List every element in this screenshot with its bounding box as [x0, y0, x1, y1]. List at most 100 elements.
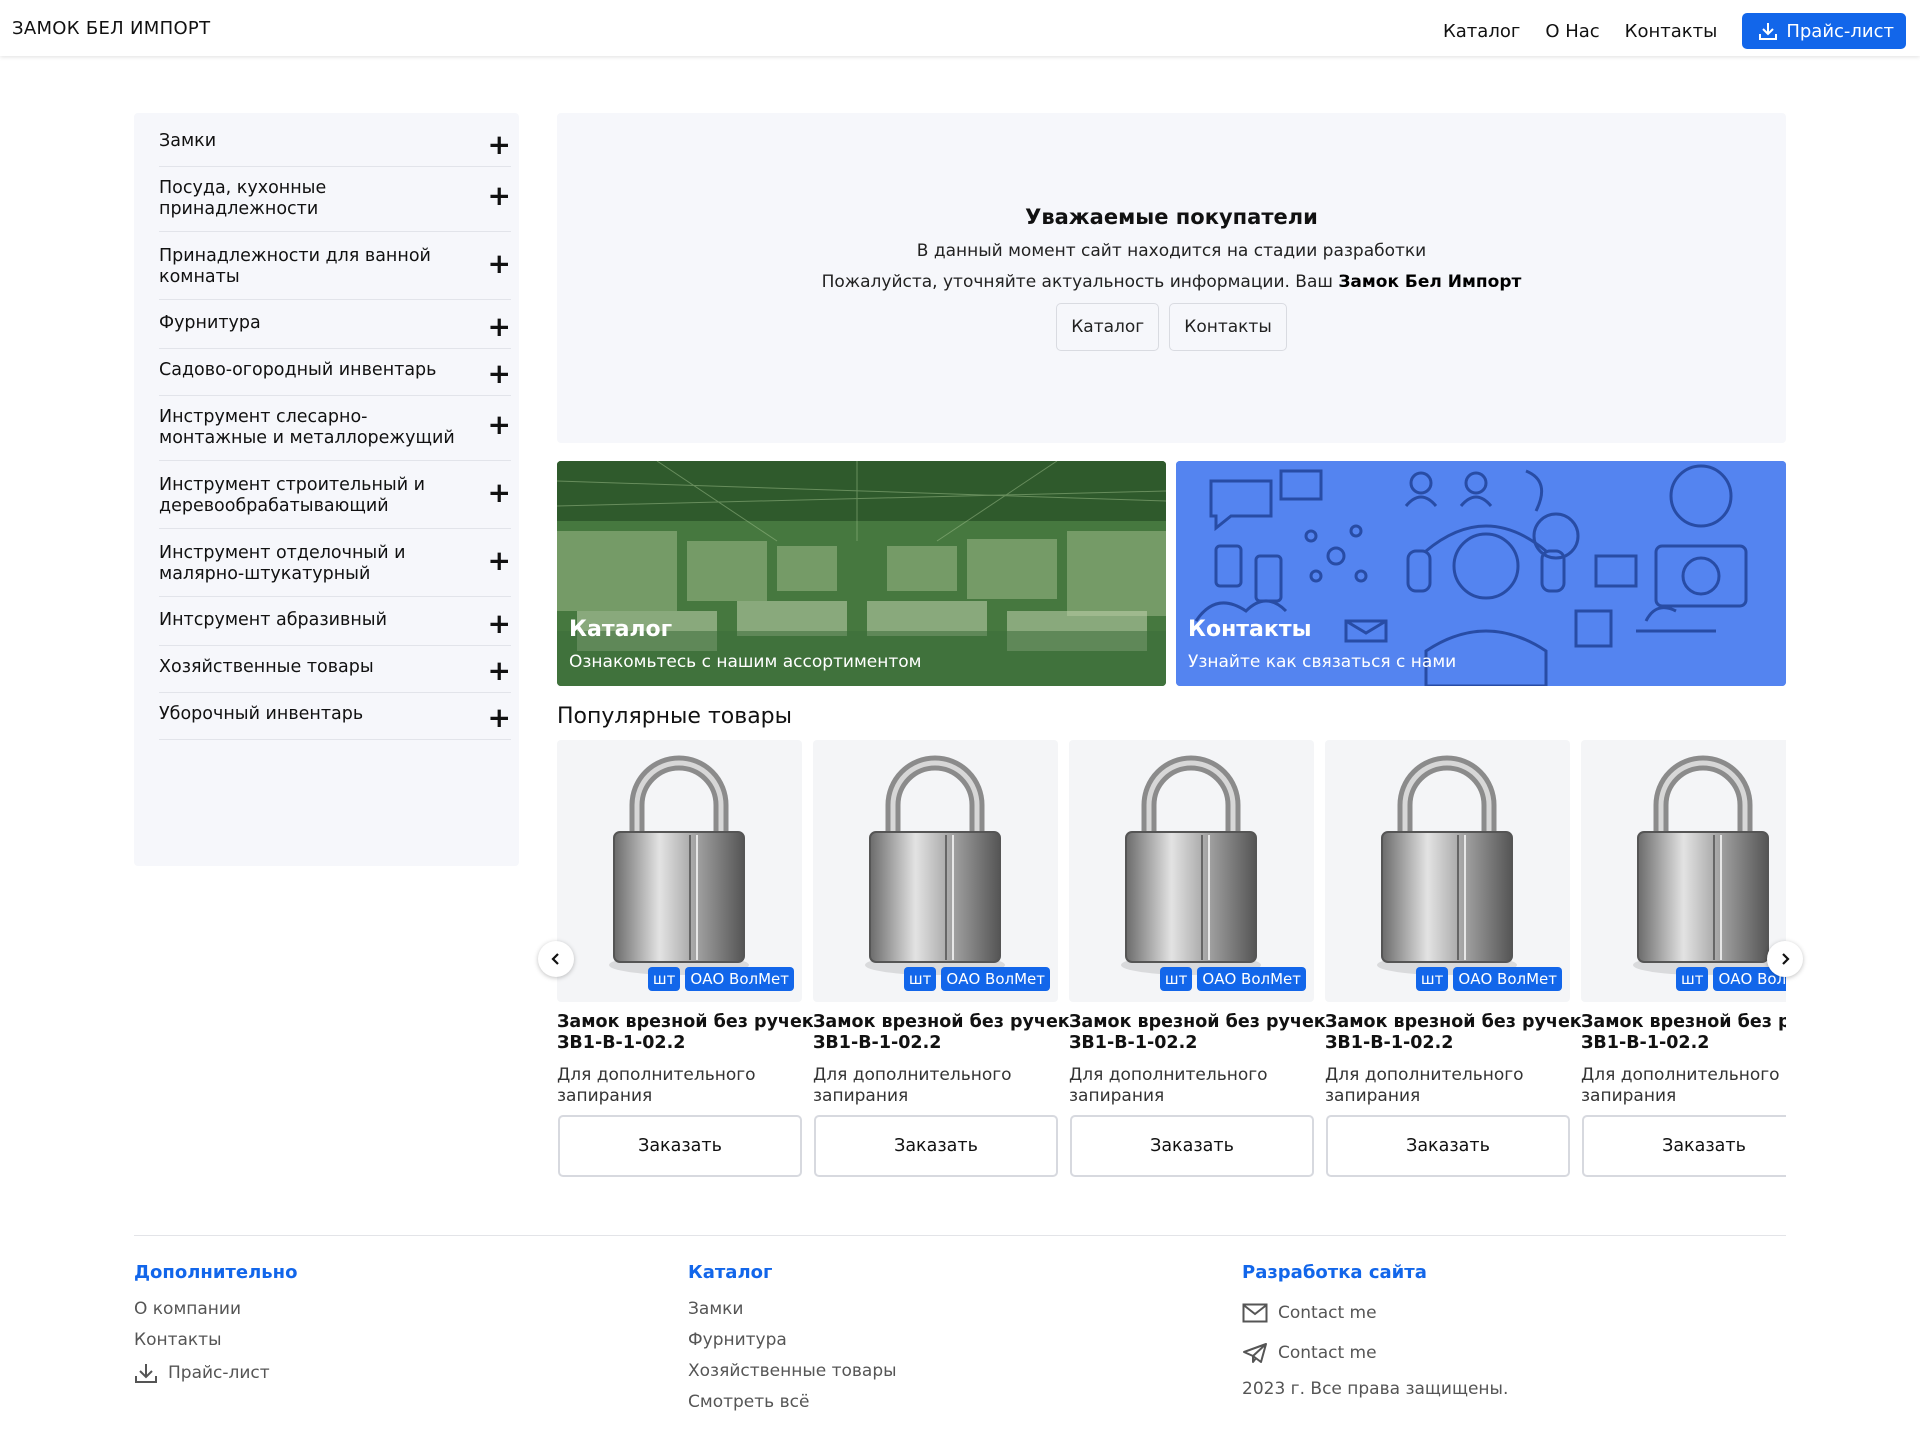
product-name-line1: Замок врезной без ручек — [1581, 1012, 1786, 1032]
expand-plus-icon[interactable]: + — [488, 313, 511, 341]
catalog-banner[interactable]: Каталог Ознакомьтесь с нашим ассортимент… — [557, 461, 1166, 686]
sidebar-item-finishing-tools[interactable]: Инструмент отделочный и малярно-штукатур… — [159, 543, 511, 597]
unit-badge: шт — [1676, 967, 1709, 991]
footer-contacts-link[interactable]: Контакты — [134, 1324, 297, 1355]
sidebar-item-label: Фурнитура — [159, 313, 261, 333]
notice-contacts-button[interactable]: Контакты — [1169, 303, 1287, 351]
footer-locks-link[interactable]: Замки — [688, 1293, 897, 1324]
product-image[interactable] — [813, 740, 1058, 1002]
product-description: Для дополнительного запирания — [1325, 1065, 1524, 1106]
product-name-line1: Замок врезной без ручек — [557, 1012, 814, 1032]
carousel-prev-button[interactable] — [538, 941, 574, 977]
brand-logo-text[interactable]: ЗАМОК БЕЛ ИМПОРТ — [12, 18, 210, 39]
popular-products-title: Популярные товары — [557, 704, 793, 729]
product-tags: шт ОАО ВолМет — [643, 967, 794, 991]
product-tags: шт ОАО ВолМет — [1671, 967, 1786, 991]
expand-plus-icon[interactable]: + — [488, 479, 511, 507]
nav-contacts-link[interactable]: Контакты — [1625, 21, 1718, 42]
padlock-icon — [865, 755, 1005, 975]
expand-plus-icon[interactable]: + — [488, 547, 511, 575]
notice-line2-text: Пожалуйста, уточняйте актуальность инфор… — [821, 272, 1339, 292]
footer-household-link[interactable]: Хозяйственные товары — [688, 1355, 897, 1386]
product-name[interactable]: Замок врезной без ручек ЗВ1-В-1-02.2 — [1581, 1012, 1786, 1054]
chevron-right-icon — [1782, 953, 1790, 965]
notice-catalog-button[interactable]: Каталог — [1056, 303, 1160, 351]
product-name-line2: ЗВ1-В-1-02.2 — [813, 1033, 942, 1053]
price-list-button[interactable]: Прайс-лист — [1742, 13, 1906, 49]
manufacturer-badge: ОАО ВолМет — [1197, 967, 1306, 991]
expand-plus-icon[interactable]: + — [488, 360, 511, 388]
product-description: Для дополнительного запирания — [1581, 1065, 1780, 1106]
product-description: Для дополнительного запирания — [813, 1065, 1012, 1106]
sidebar-item-hardware[interactable]: Фурнитура + — [159, 313, 511, 349]
footer-about-link[interactable]: О компании — [134, 1293, 297, 1324]
nav-catalog-link[interactable]: Каталог — [1443, 21, 1520, 42]
contacts-banner[interactable]: Контакты Узнайте как связаться с нами — [1176, 461, 1786, 686]
category-sidebar: Замки + Посуда, кухонные принадлежности … — [134, 113, 519, 866]
footer-hardware-link[interactable]: Фурнитура — [688, 1324, 897, 1355]
sidebar-item-label: Уборочный инвентарь — [159, 704, 364, 724]
carousel-next-button[interactable] — [1767, 941, 1803, 977]
expand-plus-icon[interactable]: + — [488, 411, 511, 439]
sidebar-item-abrasive[interactable]: Интсрумент абразивный + — [159, 610, 511, 646]
expand-plus-icon[interactable]: + — [488, 657, 511, 685]
footer-price-list-link[interactable]: Прайс-лист — [134, 1355, 297, 1391]
sidebar-item-locks[interactable]: Замки + — [159, 131, 511, 167]
sidebar-item-garden[interactable]: Садово-огородный инвентарь + — [159, 360, 511, 396]
product-name[interactable]: Замок врезной без ручек ЗВ1-В-1-02.2 — [1325, 1012, 1582, 1054]
sidebar-item-label: Инструмент отделочный и малярно-штукатур… — [159, 543, 406, 584]
expand-plus-icon[interactable]: + — [488, 610, 511, 638]
sidebar-item-label: Инструмент слесарно-монтажные и металлор… — [159, 407, 455, 448]
notice-line1: В данный момент сайт находится на стадии… — [916, 241, 1427, 261]
unit-badge: шт — [1159, 967, 1193, 991]
footer-dev-title: Разработка сайта — [1242, 1262, 1427, 1283]
sidebar-item-bathroom[interactable]: Принадлежности для ванной комнаты + — [159, 246, 511, 300]
expand-plus-icon[interactable]: + — [488, 704, 511, 732]
unit-badge: шт — [647, 967, 681, 991]
footer-view-all-link[interactable]: Смотреть всё — [688, 1386, 897, 1417]
padlock-icon — [1633, 755, 1773, 975]
sidebar-item-label: Замки — [159, 131, 217, 151]
sidebar-item-kitchen[interactable]: Посуда, кухонные принадлежности + — [159, 178, 511, 232]
order-button[interactable]: Заказать — [1326, 1115, 1570, 1177]
manufacturer-badge: ОАО ВолМет — [1453, 967, 1562, 991]
contacts-banner-title: Контакты — [1188, 617, 1312, 642]
sidebar-item-label: Хозяйственные товары — [159, 657, 374, 677]
order-button[interactable]: Заказать — [1070, 1115, 1314, 1177]
product-image[interactable] — [1581, 740, 1786, 1002]
footer-email-contact[interactable]: Contact me — [1242, 1293, 1508, 1333]
product-image[interactable] — [557, 740, 802, 1002]
manufacturer-badge: ОАО ВолМет — [685, 967, 794, 991]
product-image[interactable] — [1325, 740, 1570, 1002]
sidebar-item-construction-tools[interactable]: Инструмент строительный и деревообрабаты… — [159, 475, 511, 529]
order-button[interactable]: Заказать — [814, 1115, 1058, 1177]
nav-about-link[interactable]: О Нас — [1545, 21, 1599, 42]
expand-plus-icon[interactable]: + — [488, 131, 511, 159]
contacts-banner-subtitle: Узнайте как связаться с нами — [1188, 652, 1457, 672]
dev-notice-panel: Уважаемые покупатели В данный момент сай… — [557, 113, 1786, 443]
order-button[interactable]: Заказать — [1582, 1115, 1786, 1177]
download-icon — [1759, 23, 1778, 40]
order-button[interactable]: Заказать — [558, 1115, 802, 1177]
product-name[interactable]: Замок врезной без ручек ЗВ1-В-1-02.2 — [1069, 1012, 1326, 1054]
product-image[interactable] — [1069, 740, 1314, 1002]
footer-telegram-contact[interactable]: Contact me — [1242, 1333, 1508, 1373]
sidebar-item-cleaning[interactable]: Уборочный инвентарь + — [159, 704, 511, 740]
sidebar-item-household[interactable]: Хозяйственные товары + — [159, 657, 511, 693]
product-name-line1: Замок врезной без ручек — [1325, 1012, 1582, 1032]
envelope-icon — [1242, 1303, 1268, 1323]
footer-email-label: Contact me — [1278, 1303, 1377, 1323]
product-description: Для дополнительного запирания — [1069, 1065, 1268, 1106]
product-tags: шт ОАО ВолМет — [899, 967, 1050, 991]
expand-plus-icon[interactable]: + — [488, 250, 511, 278]
product-name[interactable]: Замок врезной без ручек ЗВ1-В-1-02.2 — [557, 1012, 814, 1054]
footer-extra-title: Дополнительно — [134, 1262, 298, 1283]
expand-plus-icon[interactable]: + — [488, 182, 511, 210]
product-name[interactable]: Замок врезной без ручек ЗВ1-В-1-02.2 — [813, 1012, 1070, 1054]
sidebar-item-metalwork-tools[interactable]: Инструмент слесарно-монтажные и металлор… — [159, 407, 511, 461]
footer-divider — [134, 1235, 1786, 1236]
catalog-banner-subtitle: Ознакомьтесь с нашим ассортиментом — [569, 652, 922, 672]
sidebar-item-label: Инструмент строительный и деревообрабаты… — [159, 475, 426, 516]
product-tags: шт ОАО ВолМет — [1411, 967, 1562, 991]
product-card: шт ОАО ВолМет Замок врезной без ручек ЗВ… — [1069, 740, 1326, 1180]
